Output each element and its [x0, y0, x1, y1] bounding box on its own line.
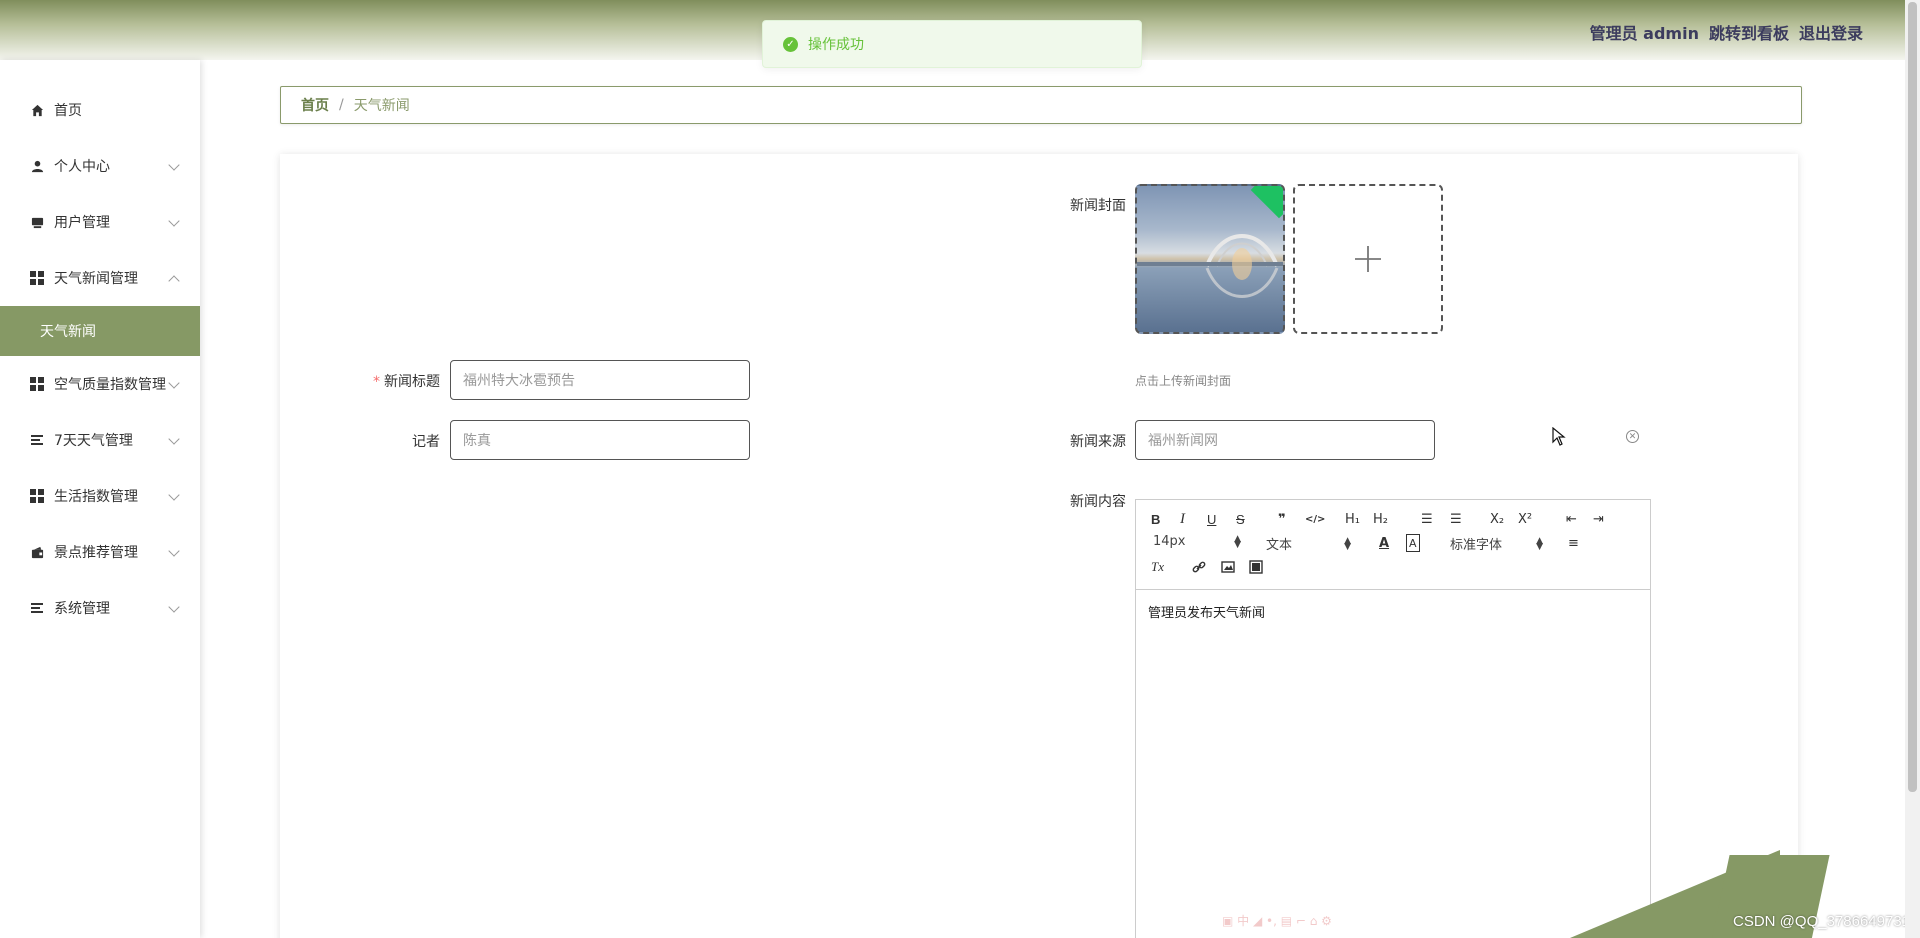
- background-color-icon[interactable]: A: [1406, 534, 1420, 552]
- updown-icon: ▲ ▼: [1536, 535, 1543, 552]
- sidebar-item-label: 景点推荐管理: [54, 545, 138, 561]
- sidebar-item-home[interactable]: 首页: [0, 82, 200, 138]
- sidebar-item-users[interactable]: 用户管理: [0, 194, 200, 250]
- sidebar-item-7day-weather[interactable]: 7天天气管理: [0, 412, 200, 468]
- superscript-button[interactable]: X²: [1518, 510, 1532, 528]
- cover-upload-hint: 点击上传新闻封面: [1135, 374, 1232, 388]
- chevron-down-icon: [168, 489, 180, 501]
- italic-button[interactable]: I: [1180, 510, 1185, 528]
- sidebar-item-label: 系统管理: [54, 601, 110, 617]
- toast-message: 操作成功: [808, 37, 864, 53]
- sidebar-item-aqi-mgmt[interactable]: 空气质量指数管理: [0, 356, 200, 412]
- grid-icon: [30, 271, 44, 285]
- align-left-icon[interactable]: ≡: [1568, 534, 1579, 552]
- sidebar-item-attractions[interactable]: 景点推荐管理: [0, 524, 200, 580]
- blockquote-icon[interactable]: ❞: [1278, 510, 1286, 528]
- sidebar-item-system[interactable]: 系统管理: [0, 580, 200, 636]
- updown-icon: ▲ ▼: [1344, 535, 1351, 552]
- image-icon[interactable]: [1221, 558, 1235, 576]
- header-actions: 管理员 admin 跳转到看板 退出登录: [1590, 20, 1863, 44]
- content-label: 新闻内容: [1070, 494, 1126, 510]
- strike-button[interactable]: S: [1236, 510, 1245, 528]
- cover-label: 新闻封面: [1070, 198, 1126, 214]
- heading2-button[interactable]: H₂: [1373, 510, 1388, 528]
- breadcrumb: 首页 / 天气新闻: [280, 86, 1802, 124]
- breadcrumb-current: 天气新闻: [353, 98, 410, 114]
- clear-format-icon[interactable]: Tx: [1151, 558, 1164, 576]
- ime-toolbar: ▣ 中 ◢ •, ▤ ⌐ ⌂ ⚙: [1222, 914, 1332, 928]
- video-icon[interactable]: [1249, 558, 1263, 576]
- source-label: 新闻来源: [1070, 434, 1126, 450]
- sidebar-item-label: 天气新闻: [40, 324, 96, 340]
- format-select[interactable]: 文本 ▲ ▼: [1266, 534, 1351, 553]
- bullet-list-icon[interactable]: ☰: [1450, 510, 1462, 528]
- cover-image-thumbnail[interactable]: [1135, 184, 1285, 334]
- reporter-label: 记者: [412, 434, 440, 450]
- chevron-down-icon: [168, 601, 180, 613]
- chevron-down-icon: [168, 545, 180, 557]
- mouse-cursor-icon: [1552, 426, 1566, 451]
- grid-icon: [30, 489, 44, 503]
- font-family-select[interactable]: 标准字体 ▲ ▼: [1450, 534, 1543, 553]
- source-input[interactable]: [1135, 420, 1435, 460]
- breadcrumb-separator: /: [339, 97, 344, 113]
- updown-icon: ▲ ▼: [1234, 533, 1241, 550]
- editor-toolbar: B I U S ❞ </> H₁ H₂ ☰ ☰ X₂ X² ⇤ ⇥ 14px ▲ ▼…: [1136, 500, 1650, 590]
- scrollbar-thumb[interactable]: [1908, 2, 1917, 792]
- sidebar: 首页 个人中心 用户管理 天气新闻管理 天气新闻 空气质量指数管理 7天天气管理…: [0, 60, 200, 938]
- sidebar-item-label: 天气新闻管理: [54, 271, 138, 287]
- bold-button[interactable]: B: [1151, 510, 1160, 528]
- breadcrumb-home[interactable]: 首页: [301, 95, 329, 115]
- font-size-select[interactable]: 14px ▲ ▼: [1153, 534, 1241, 549]
- logout-link[interactable]: 退出登录: [1799, 20, 1863, 44]
- board-link[interactable]: 跳转到看板: [1709, 20, 1789, 44]
- heading1-button[interactable]: H₁: [1345, 510, 1360, 528]
- grid-icon: [30, 377, 44, 391]
- sidebar-item-profile[interactable]: 个人中心: [0, 138, 200, 194]
- font-color-icon[interactable]: A: [1379, 534, 1389, 552]
- sidebar-item-label: 空气质量指数管理: [54, 377, 166, 393]
- sidebar-item-label: 7天天气管理: [54, 433, 133, 449]
- underline-button[interactable]: U: [1207, 510, 1216, 528]
- success-toast: ✓ 操作成功: [762, 20, 1142, 68]
- cover-upload-button[interactable]: [1293, 184, 1443, 334]
- chevron-down-icon: [168, 159, 180, 171]
- monitor-icon: [30, 215, 44, 229]
- chevron-down-icon: [168, 377, 180, 389]
- required-asterisk: *: [373, 374, 380, 390]
- wallet-icon: [30, 545, 44, 559]
- title-input[interactable]: [450, 360, 750, 400]
- sidebar-item-label: 首页: [54, 103, 82, 119]
- chevron-down-icon: [168, 215, 180, 227]
- ordered-list-icon[interactable]: ☰: [1421, 510, 1433, 528]
- link-icon[interactable]: [1192, 558, 1206, 576]
- scrollbar[interactable]: [1905, 0, 1920, 938]
- sidebar-subitem-weather-news[interactable]: 天气新闻: [0, 306, 200, 356]
- list-icon: [30, 433, 44, 447]
- chevron-up-icon: [168, 275, 180, 287]
- title-label: * 新闻标题: [373, 374, 440, 390]
- sidebar-item-label: 生活指数管理: [54, 489, 138, 505]
- home-icon: [30, 103, 44, 117]
- sidebar-item-weather-news-mgmt[interactable]: 天气新闻管理: [0, 250, 200, 306]
- admin-label: 管理员 admin: [1589, 24, 1699, 43]
- plus-icon: [1355, 246, 1381, 272]
- sidebar-item-life-index[interactable]: 生活指数管理: [0, 468, 200, 524]
- check-circle-icon: ✓: [783, 36, 798, 52]
- watermark: CSDN @QQ_3786649731: [1733, 913, 1910, 930]
- sidebar-item-label: 个人中心: [54, 159, 110, 175]
- chevron-down-icon: [168, 433, 180, 445]
- user-icon: [30, 159, 44, 173]
- outdent-icon[interactable]: ⇤: [1566, 510, 1577, 528]
- reporter-input[interactable]: [450, 420, 750, 460]
- sidebar-item-label: 用户管理: [54, 215, 110, 231]
- list-icon: [30, 601, 44, 615]
- indent-icon[interactable]: ⇥: [1593, 510, 1604, 528]
- code-block-icon[interactable]: </>: [1305, 510, 1325, 528]
- editor-content[interactable]: 管理员发布天气新闻: [1136, 590, 1650, 633]
- subscript-button[interactable]: X₂: [1490, 510, 1504, 528]
- clear-circle-icon[interactable]: ✕: [1626, 430, 1639, 443]
